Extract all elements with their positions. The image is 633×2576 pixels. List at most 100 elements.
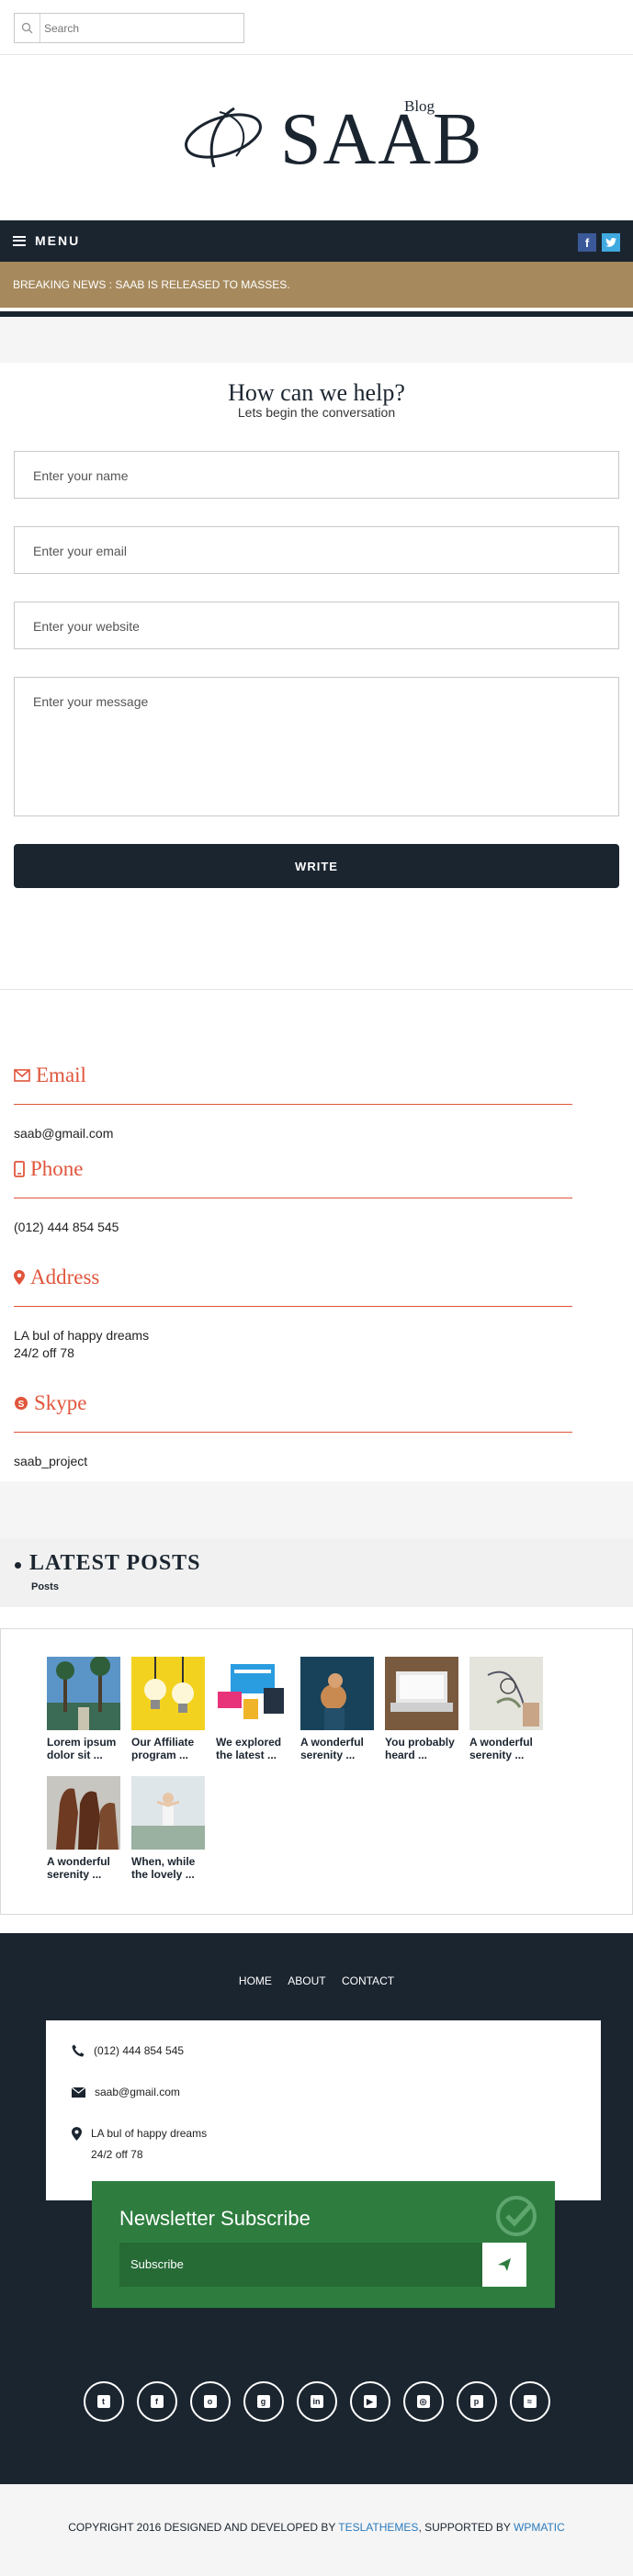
write-button[interactable]: WRITE — [14, 844, 619, 888]
copyright-middle: , SUPPORTED BY — [418, 2521, 514, 2534]
dribbble-icon[interactable]: ◎ — [402, 2381, 444, 2422]
footer-address: LA bul of happy dreams 24/2 off 78 — [91, 2127, 208, 2161]
pinterest-icon[interactable]: p — [456, 2381, 497, 2422]
footer-nav: HOME ABOUT CONTACT — [0, 1974, 633, 1987]
facebook-icon[interactable]: f — [136, 2381, 177, 2422]
divider — [0, 989, 633, 990]
footer-nav-home[interactable]: HOME — [239, 1974, 272, 1987]
email-block: Email saab@gmail.com — [14, 1063, 619, 1142]
post-title[interactable]: A wonderful serenity ... — [47, 1855, 120, 1881]
bullet-icon — [15, 1562, 21, 1569]
copyright-bar: COPYRIGHT 2016 DESIGNED AND DEVELOPED BY… — [0, 2484, 633, 2576]
skype-block: S Skype saab_project — [14, 1391, 619, 1470]
menu-bar: MENU f — [0, 220, 633, 262]
envelope-icon — [14, 1069, 30, 1082]
footer-contact-card: (012) 444 854 545 saab@gmail.com LA bul … — [46, 2020, 601, 2200]
post-thumbnail[interactable] — [300, 1657, 374, 1730]
email-value[interactable]: saab@gmail.com — [14, 1125, 619, 1142]
logo-text[interactable]: SAAB — [280, 103, 483, 176]
email-heading: Email — [14, 1063, 572, 1105]
post-thumbnail[interactable] — [131, 1776, 205, 1850]
google-plus-icon[interactable]: g — [243, 2381, 284, 2422]
skype-icon: S — [15, 1397, 28, 1410]
search-box[interactable] — [14, 13, 244, 43]
linkedin-icon[interactable]: in — [296, 2381, 337, 2422]
post-thumbnail[interactable] — [469, 1657, 543, 1730]
post-thumbnail[interactable] — [385, 1657, 458, 1730]
breaking-news: BREAKING NEWS : SAAB IS RELEASED TO MASS… — [0, 262, 633, 308]
post-title[interactable]: You probably heard ... — [385, 1736, 458, 1761]
help-header: How can we help? Lets begin the conversa… — [0, 363, 633, 421]
rss-icon[interactable]: ≈ — [509, 2381, 550, 2422]
footer-address-row: LA bul of happy dreams 24/2 off 78 — [72, 2127, 207, 2165]
footer-nav-contact[interactable]: CONTACT — [342, 1974, 394, 1987]
phone-icon — [72, 2044, 85, 2057]
breaking-news-text[interactable]: BREAKING NEWS : SAAB IS RELEASED TO MASS… — [13, 278, 290, 291]
newsletter-submit-button[interactable] — [482, 2243, 526, 2287]
twitter-icon[interactable]: t — [83, 2381, 124, 2422]
search-input[interactable] — [44, 19, 237, 37]
map-marker-icon — [72, 2127, 82, 2141]
post-title[interactable]: Our Affiliate program ... — [131, 1736, 205, 1761]
hamburger-icon — [13, 235, 26, 246]
footer-phone[interactable]: (012) 444 854 545 — [94, 2044, 184, 2057]
newsletter-title: Newsletter Subscribe — [119, 2207, 311, 2230]
copyright-prefix: COPYRIGHT 2016 DESIGNED AND DEVELOPED BY — [68, 2521, 339, 2534]
footer-email[interactable]: saab@gmail.com — [95, 2086, 180, 2098]
footer-nav-about[interactable]: ABOUT — [288, 1974, 325, 1987]
post-card[interactable]: You probably heard ... — [385, 1657, 458, 1761]
phone-heading: Phone — [14, 1157, 572, 1198]
post-card[interactable]: When, while the lovely ... — [131, 1776, 205, 1881]
footer-email-row: saab@gmail.com — [72, 2086, 180, 2098]
post-card[interactable]: A wonderful serenity ... — [300, 1657, 374, 1761]
newsletter-input[interactable]: Subscribe — [119, 2243, 482, 2287]
email-field[interactable]: Enter your email — [14, 526, 619, 574]
phone-block: Phone (012) 444 854 545 — [14, 1157, 619, 1236]
latest-posts-subtitle: Posts — [31, 1581, 59, 1592]
envelope-icon — [72, 2087, 85, 2098]
logo-tagline: Blog — [404, 97, 435, 115]
skype-value[interactable]: saab_project — [14, 1453, 619, 1470]
posts-grid: Lorem ipsum dolor sit ... Our Affiliate … — [0, 1628, 633, 1915]
post-title[interactable]: A wonderful serenity ... — [300, 1736, 374, 1761]
post-card[interactable]: We explored the latest ... — [216, 1657, 289, 1761]
message-field[interactable]: Enter your message — [14, 677, 619, 816]
post-thumbnail[interactable] — [47, 1657, 120, 1730]
twitter-icon[interactable] — [602, 233, 620, 252]
wpmatic-link[interactable]: WPMATIC — [514, 2521, 565, 2534]
name-field[interactable]: Enter your name — [14, 451, 619, 499]
latest-posts-header: LATEST POSTS Posts — [0, 1538, 633, 1607]
footer: HOME ABOUT CONTACT (012) 444 854 545 saa… — [0, 1933, 633, 2484]
post-title[interactable]: When, while the lovely ... — [131, 1855, 205, 1881]
website-field[interactable]: Enter your website — [14, 602, 619, 649]
post-thumbnail[interactable] — [131, 1657, 205, 1730]
post-thumbnail[interactable] — [216, 1657, 289, 1730]
post-card[interactable]: A wonderful serenity ... — [469, 1657, 543, 1761]
post-card[interactable]: A wonderful serenity ... — [47, 1776, 120, 1881]
header-social-links: f — [578, 233, 620, 252]
latest-posts-title: LATEST POSTS — [29, 1551, 201, 1575]
menu-button[interactable]: MENU — [13, 233, 80, 248]
contact-form: Enter your name Enter your email Enter y… — [0, 451, 633, 888]
post-title[interactable]: Lorem ipsum dolor sit ... — [47, 1736, 120, 1761]
post-title[interactable]: A wonderful serenity ... — [469, 1736, 543, 1761]
footer-social-links: t f o g in ▶ ◎ p ≈ — [0, 2381, 633, 2422]
teslathemes-link[interactable]: TESLATHEMES — [338, 2521, 418, 2534]
post-card[interactable]: Lorem ipsum dolor sit ... — [47, 1657, 120, 1761]
post-card[interactable]: Our Affiliate program ... — [131, 1657, 205, 1761]
menu-label: MENU — [35, 233, 81, 248]
post-thumbnail[interactable] — [47, 1776, 120, 1850]
post-title[interactable]: We explored the latest ... — [216, 1736, 289, 1761]
youtube-icon[interactable]: ▶ — [349, 2381, 390, 2422]
newsletter-box: Newsletter Subscribe Subscribe — [92, 2181, 555, 2308]
check-icon — [496, 2196, 537, 2236]
search-icon[interactable] — [15, 14, 40, 42]
phone-value[interactable]: (012) 444 854 545 — [14, 1219, 619, 1236]
instagram-icon[interactable]: o — [189, 2381, 231, 2422]
top-bar — [0, 0, 633, 55]
logo-mark-icon[interactable] — [179, 101, 271, 174]
logo-area: SAAB Blog — [0, 55, 633, 220]
facebook-icon[interactable]: f — [578, 233, 596, 252]
help-title: How can we help? — [228, 379, 405, 406]
send-icon — [498, 2258, 511, 2271]
